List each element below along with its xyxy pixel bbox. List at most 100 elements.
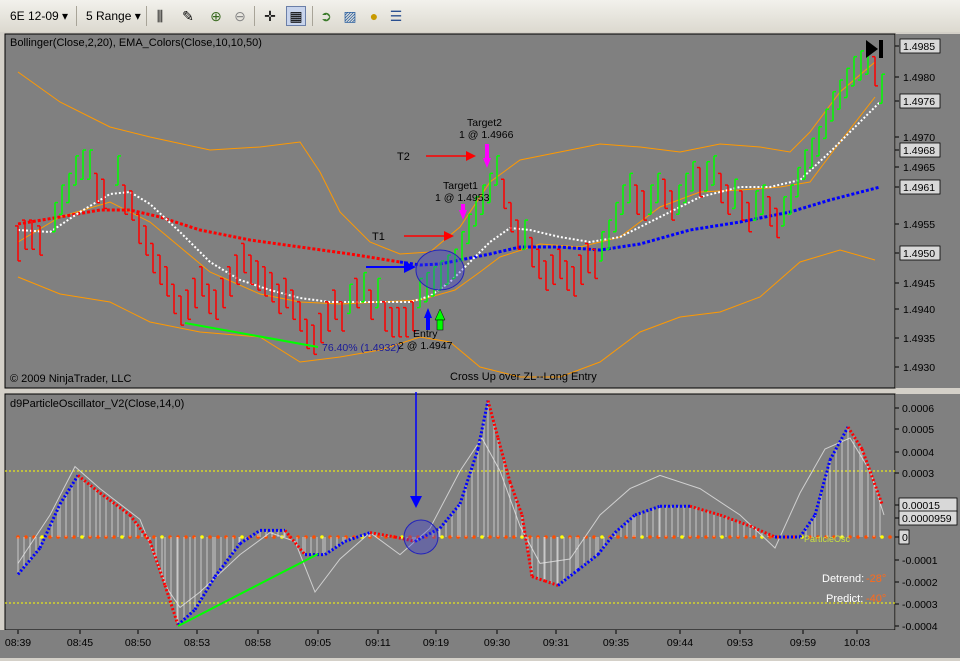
zero-line-dot	[480, 535, 484, 539]
crosshair-icon[interactable]: ✛	[260, 6, 280, 26]
copyright-label: © 2009 NinjaTrader, LLC	[10, 373, 131, 385]
chart-toolbar: 6E 12-09 ▾ 5 Range ▾ ⫼ ✎ ⊕ ⊖ ✛ ▦ ➲ ▨ ● ☰	[0, 0, 960, 33]
zero-line-dot	[744, 535, 748, 539]
t1-label: T1	[372, 231, 385, 243]
price-tick-label: 1.4965	[903, 162, 935, 174]
zero-line-dot	[184, 535, 188, 539]
price-tick-label: 1.4980	[903, 72, 935, 84]
zero-line-dot	[448, 535, 452, 539]
osc-tick-label: -0.0004	[902, 621, 938, 633]
price-tick-label: 1.4950	[903, 248, 935, 260]
properties-icon[interactable]: ☰	[386, 6, 406, 26]
zero-line-dot	[312, 535, 316, 539]
zero-line-dot	[80, 535, 84, 539]
last-bar-indicator-bar	[879, 40, 883, 58]
zero-line-dot	[592, 535, 596, 539]
osc-tick-label: 0.0005	[902, 424, 934, 436]
fib-label: 76.40% (1.4932)	[322, 342, 400, 354]
zero-line-dot	[560, 535, 564, 539]
time-tick-label: 08:45	[67, 637, 93, 649]
time-tick-label: 09:53	[727, 637, 753, 649]
time-tick-label: 08:58	[245, 637, 271, 649]
zero-line-dot	[40, 535, 44, 539]
price-tick-label: 1.4940	[903, 304, 935, 316]
chart-area[interactable]: Bollinger(Close,2,20), EMA_Colors(Close,…	[0, 32, 960, 658]
zero-line-dot	[208, 535, 212, 539]
zoom-in-icon[interactable]: ⊕	[206, 6, 226, 26]
time-tick-label: 10:03	[844, 637, 870, 649]
entry-marker-green-stem	[436, 319, 444, 331]
osc-tick-label: -0.0003	[902, 599, 938, 611]
toolbar-separator	[312, 6, 313, 26]
zero-line-dot	[472, 535, 476, 539]
zero-line-dot	[24, 535, 28, 539]
price-tick-label: 1.4945	[903, 278, 935, 290]
instrument-selector[interactable]: 6E 12-09 ▾	[6, 6, 74, 26]
price-tick-label: 1.4935	[903, 333, 935, 345]
zero-line-dot	[672, 535, 676, 539]
time-tick-label: 08:50	[125, 637, 151, 649]
time-tick-label: 09:30	[484, 637, 510, 649]
indicators-icon[interactable]: ▨	[340, 6, 360, 26]
time-tick-label: 09:35	[603, 637, 629, 649]
time-tick-label: 09:44	[667, 637, 693, 649]
price-tick-label: 1.4968	[903, 145, 935, 157]
time-tick-label: 09:05	[305, 637, 331, 649]
zero-line-dot	[728, 535, 732, 539]
time-tick-label: 08:53	[184, 637, 210, 649]
zero-line-dot	[504, 535, 508, 539]
price-tick-label: 1.4930	[903, 362, 935, 374]
oscillator-panel[interactable]	[4, 393, 896, 631]
bar-type-icon[interactable]: ⫼	[150, 6, 170, 26]
zero-line-dot	[696, 535, 700, 539]
osc-tick-label: 0.0003	[902, 468, 934, 480]
instrument-label: 6E 12-09	[10, 9, 59, 23]
zero-line-dot	[272, 535, 276, 539]
detrend-label: Detrend:	[822, 573, 864, 585]
zero-line-dot	[216, 535, 220, 539]
target2-marker-stem	[485, 144, 489, 158]
osc-tick-label: 0.0006	[902, 403, 934, 415]
zero-line-dot	[488, 535, 492, 539]
draw-tool-icon[interactable]: ✎	[178, 6, 198, 26]
particle-label: ParticleOsc	[804, 534, 851, 544]
zero-line-dot	[856, 535, 860, 539]
period-selector[interactable]: 5 Range ▾	[82, 6, 146, 26]
zoom-out-icon[interactable]: ⊖	[230, 6, 250, 26]
predict-label: Predict:	[826, 593, 863, 605]
price-tick-label: 1.4985	[903, 41, 935, 53]
target1-marker-stem	[461, 204, 465, 211]
zero-line-dot	[880, 535, 884, 539]
zero-line-dot	[888, 535, 892, 539]
zero-line-dot	[648, 535, 652, 539]
t2-label: T2	[397, 151, 410, 163]
zero-line-dot	[96, 535, 100, 539]
coin-icon[interactable]: ●	[364, 6, 384, 26]
zero-line-dot	[512, 535, 516, 539]
zero-line-dot	[120, 535, 124, 539]
zero-line-dot	[112, 535, 116, 539]
osc-tick-label: 0	[902, 532, 908, 544]
price-tick-label: 1.4970	[903, 132, 935, 144]
target2-title: Target2	[467, 117, 502, 129]
zero-line-dot	[528, 535, 532, 539]
entry-detail: 2 @ 1.4947	[398, 340, 453, 352]
toolbar-separator	[76, 6, 77, 26]
detrend-value: -28°	[866, 573, 886, 585]
target1-detail: 1 @ 1.4953	[435, 192, 490, 204]
osc-tick-label: -0.0002	[902, 577, 938, 589]
zero-line-dot	[616, 535, 620, 539]
price-tick-label: 1.4961	[903, 182, 935, 194]
entry-highlight-circle	[415, 249, 465, 291]
strategy-icon[interactable]: ➲	[316, 6, 336, 26]
signal-label: Cross Up over ZL--Long Entry	[450, 371, 597, 383]
time-tick-label: 09:11	[365, 637, 391, 649]
data-box-icon[interactable]: ▦	[286, 6, 306, 26]
osc-tick-label: 0.0004	[902, 447, 934, 459]
toolbar-separator	[254, 6, 255, 26]
zero-line-dot	[680, 535, 684, 539]
price-tick-label: 1.4976	[903, 96, 935, 108]
zero-line-dot	[240, 535, 244, 539]
oscillator-indicator-label: d9ParticleOscillator_V2(Close,14,0)	[10, 398, 184, 410]
target2-detail: 1 @ 1.4966	[459, 129, 514, 141]
